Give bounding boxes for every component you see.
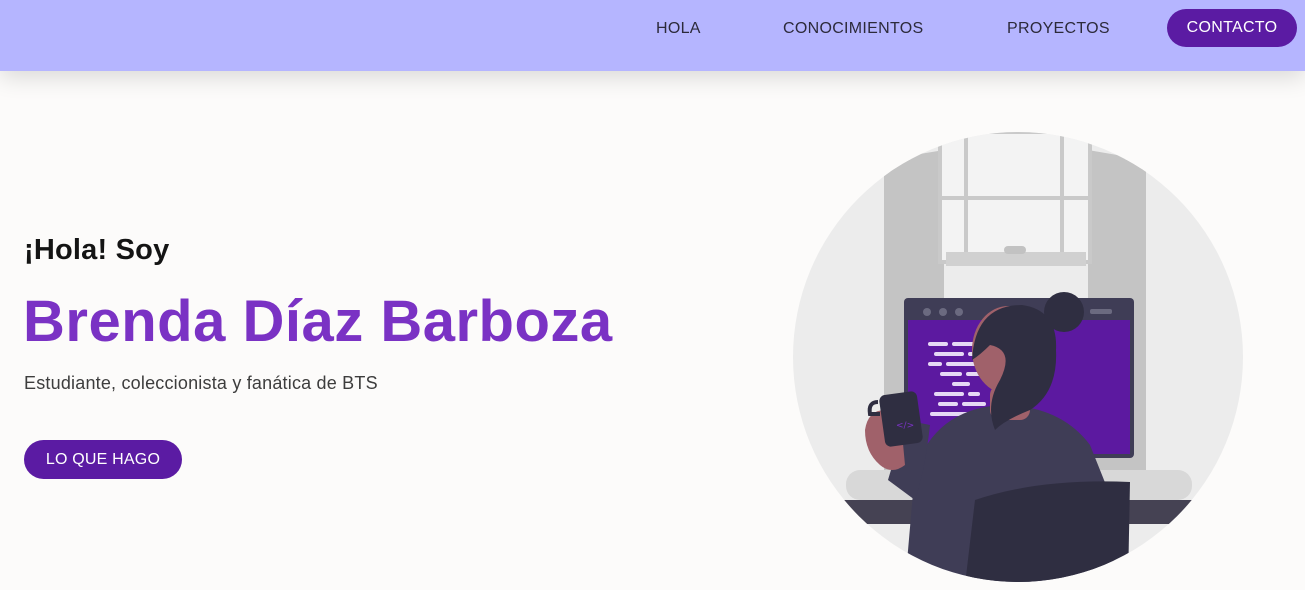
code-line bbox=[968, 392, 980, 396]
hero-greeting: ¡Hola! Soy bbox=[24, 234, 170, 266]
nav-link-hola[interactable]: HOLA bbox=[656, 19, 701, 39]
contact-button[interactable]: CONTACTO bbox=[1167, 9, 1297, 47]
chair-back bbox=[965, 481, 1130, 582]
code-line bbox=[934, 392, 964, 396]
developer-illustration: </> bbox=[793, 128, 1243, 585]
code-line bbox=[928, 362, 942, 366]
developer-at-computer-icon: </> bbox=[793, 132, 1243, 582]
code-line bbox=[962, 402, 986, 406]
code-line bbox=[934, 352, 964, 356]
window bbox=[938, 132, 1092, 266]
hero-name: Brenda Díaz Barboza bbox=[23, 289, 613, 354]
top-navbar: HOLA CONOCIMIENTOS PROYECTOS CONTACTO bbox=[0, 0, 1305, 71]
nav-link-proyectos[interactable]: PROYECTOS bbox=[1007, 19, 1110, 39]
code-line bbox=[928, 342, 948, 346]
code-line bbox=[952, 382, 970, 386]
hero-tagline: Estudiante, coleccionista y fanática de … bbox=[24, 373, 378, 393]
code-line bbox=[938, 402, 958, 406]
svg-text:</>: </> bbox=[896, 421, 914, 431]
nav-link-conocimientos[interactable]: CONOCIMIENTOS bbox=[783, 19, 924, 39]
what-i-do-button[interactable]: LO QUE HAGO bbox=[24, 440, 182, 479]
code-line bbox=[940, 372, 962, 376]
